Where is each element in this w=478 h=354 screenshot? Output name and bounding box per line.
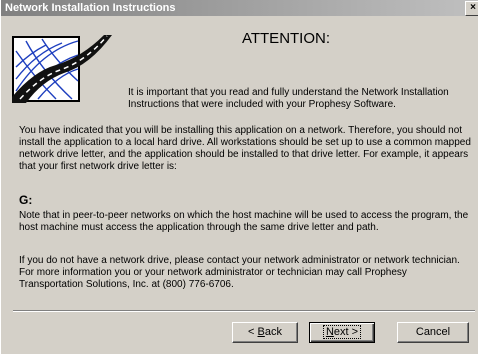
window-title: Network Installation Instructions — [5, 2, 176, 14]
attention-heading: ATTENTION: — [241, 30, 331, 47]
peer-to-peer-text: Note that in peer-to-peer networks on wh… — [19, 210, 469, 233]
separator — [13, 310, 475, 312]
title-bar[interactable]: Network Installation Instructions × — [1, 0, 478, 16]
back-rest: ack — [264, 326, 282, 338]
next-button[interactable]: Next > — [309, 322, 375, 343]
contact-text: If you do not have a network drive, plea… — [19, 255, 460, 290]
next-rest: ext > — [333, 326, 359, 338]
back-key: B — [257, 326, 265, 338]
network-text: You have indicated that you will be inst… — [19, 125, 471, 172]
installer-dialog: Network Installation Instructions × ATTE… — [0, 0, 478, 354]
cancel-button[interactable]: Cancel — [397, 322, 469, 343]
intro-text: It is important that you read and fully … — [128, 87, 449, 110]
next-focus: Next > — [322, 325, 362, 339]
back-button[interactable]: < Back — [232, 322, 298, 343]
close-icon[interactable]: × — [465, 1, 478, 16]
next-key: N — [325, 326, 334, 338]
drive-letter: G: — [19, 193, 33, 207]
globe-road-logo-icon — [12, 35, 112, 103]
back-prefix: < — [248, 326, 258, 338]
